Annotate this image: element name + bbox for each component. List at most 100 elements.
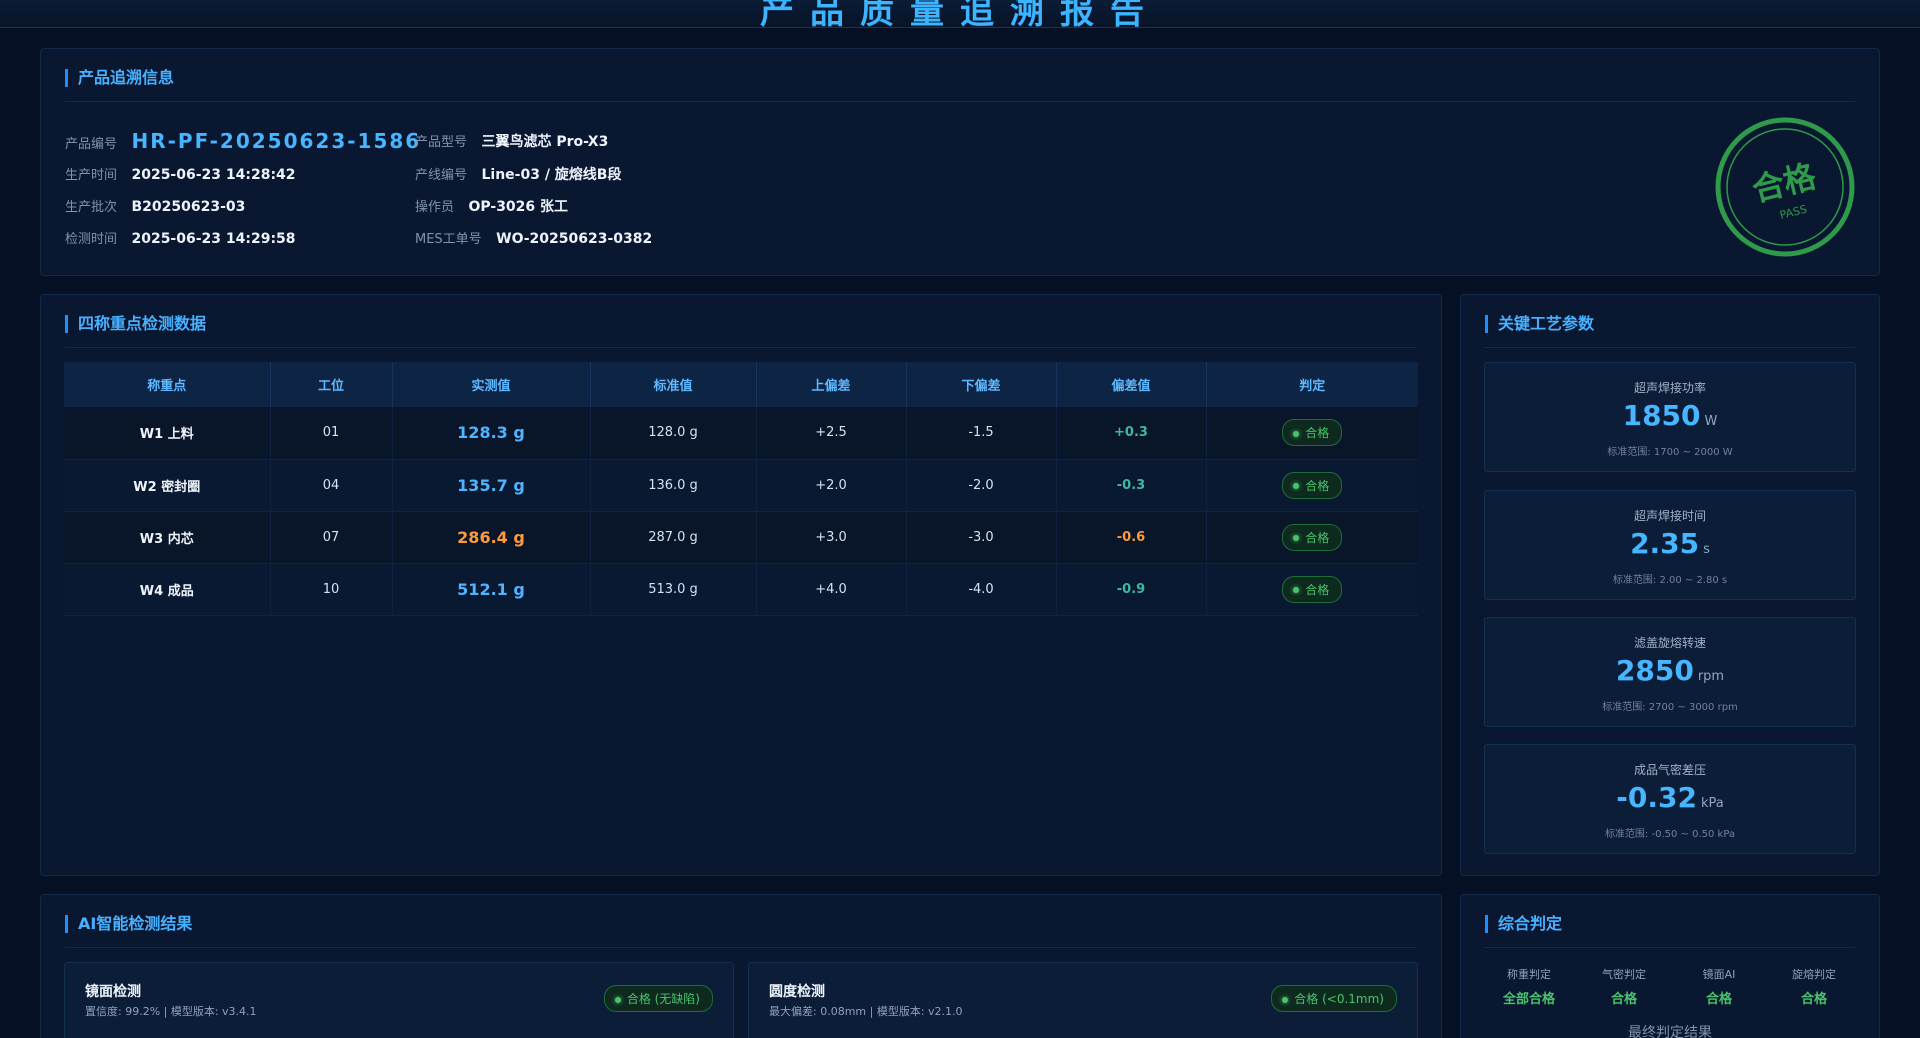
field-line: 产线编号 Line-03 / 旋熔线B段 bbox=[415, 164, 621, 184]
ai-card-info: 最大偏差: 0.08mm | 模型版本: v2.1.0 bbox=[769, 1005, 963, 1018]
cell-standard: 136.0 g bbox=[590, 459, 757, 512]
product-id-value: HR-PF-20250623-1586 bbox=[131, 129, 422, 153]
cell-result: 合格 bbox=[1206, 563, 1418, 616]
pass-badge: 合格 bbox=[1282, 575, 1343, 603]
param-value: 2850 rpm bbox=[1485, 654, 1855, 687]
field-inspect-time: 检测时间 2025-06-23 14:29:58 bbox=[65, 228, 296, 247]
param-value: -0.32 kPa bbox=[1485, 781, 1855, 814]
ai-card-roundness: 圆度检测 最大偏差: 0.08mm | 模型版本: v2.1.0 合格 (<0.… bbox=[748, 962, 1418, 1038]
status-dot-icon bbox=[614, 996, 621, 1003]
badge-text: 合格 bbox=[1305, 530, 1330, 545]
param-unit: s bbox=[1703, 542, 1710, 557]
cell-standard: 287.0 g bbox=[590, 511, 757, 564]
verdict-airtight: 气密判定 合格 bbox=[1569, 966, 1679, 1007]
verdict-label: 旋熔判定 bbox=[1792, 968, 1836, 981]
col-header: 工位 bbox=[270, 362, 393, 407]
field-value: B20250623-03 bbox=[131, 199, 246, 215]
col-header: 下偏差 bbox=[906, 362, 1057, 407]
cell-lower: -4.0 bbox=[906, 563, 1057, 616]
col-header: 偏差值 bbox=[1056, 362, 1207, 407]
cell-lower: -2.0 bbox=[906, 459, 1057, 512]
table-row: W4 成品 10 512.1 g 513.0 g +4.0 -4.0 -0.9 … bbox=[64, 563, 1418, 616]
badge-text: 合格 bbox=[1305, 582, 1330, 597]
field-operator: 操作员 OP-3026 张工 bbox=[415, 196, 568, 216]
col-header: 标准值 bbox=[590, 362, 757, 407]
field-value: 2025-06-23 14:28:42 bbox=[131, 167, 296, 183]
cell-result: 合格 bbox=[1206, 511, 1418, 564]
product-info-panel: 产品追溯信息 产品编号 HR-PF-20250623-1586 生产时间 202… bbox=[40, 48, 1880, 276]
pass-badge: 合格 bbox=[1282, 419, 1343, 447]
verdict-weighing: 称重判定 全部合格 bbox=[1474, 966, 1584, 1007]
param-number: 1850 bbox=[1622, 399, 1701, 432]
param-name: 滤盖旋熔转速 bbox=[1633, 636, 1706, 650]
param-range: 标准范围: 2.00 ~ 2.80 s bbox=[1612, 575, 1728, 586]
field-label: 产线编号 bbox=[415, 168, 468, 183]
field-model: 产品型号 三翼鸟滤芯 Pro-X3 bbox=[415, 131, 608, 151]
stamp-main-text: 合格 bbox=[1748, 157, 1820, 210]
page-title: 产品质量追溯报告 bbox=[760, 0, 1160, 28]
ai-card-name: 镜面检测 bbox=[85, 984, 141, 1000]
verdict-value: 合格 bbox=[1800, 992, 1827, 1007]
stamp-sub-text: PASS bbox=[1778, 203, 1808, 222]
verdict-label: 称重判定 bbox=[1507, 968, 1551, 981]
field-label: 操作员 bbox=[415, 200, 455, 215]
verdict-value: 合格 bbox=[1705, 992, 1732, 1007]
ai-panel-title: AI智能检测结果 bbox=[65, 915, 192, 933]
divider bbox=[65, 347, 1417, 348]
final-verdict-label: 最终判定结果 bbox=[1628, 1025, 1712, 1038]
cell-standard: 513.0 g bbox=[590, 563, 757, 616]
badge-text: 合格 bbox=[1305, 426, 1330, 441]
badge-text: 合格 (<0.1mm) bbox=[1294, 992, 1384, 1006]
divider bbox=[65, 947, 1417, 948]
param-name: 超声焊接时间 bbox=[1633, 509, 1706, 523]
cell-upper: +3.0 bbox=[756, 511, 907, 564]
field-value: WO-20250623-0382 bbox=[496, 231, 653, 247]
cell-point: W1 上料 bbox=[64, 407, 271, 460]
field-value: 三翼鸟滤芯 Pro-X3 bbox=[481, 134, 609, 150]
weighing-table: 称重点 工位 实测值 标准值 上偏差 下偏差 偏差值 判定 W1 上料 01 1… bbox=[64, 362, 1418, 616]
table-header-row: 称重点 工位 实测值 标准值 上偏差 下偏差 偏差值 判定 bbox=[64, 362, 1418, 407]
param-name: 成品气密差压 bbox=[1633, 763, 1706, 777]
cell-point: W4 成品 bbox=[64, 563, 271, 616]
params-panel-title: 关键工艺参数 bbox=[1485, 315, 1594, 333]
status-dot-icon bbox=[1282, 996, 1289, 1003]
status-dot-icon bbox=[1293, 587, 1300, 593]
cell-station: 01 bbox=[270, 407, 393, 460]
param-value: 1850 W bbox=[1485, 399, 1855, 432]
cell-measured: 286.4 g bbox=[392, 511, 591, 564]
param-range: 标准范围: 2700 ~ 3000 rpm bbox=[1602, 702, 1738, 713]
field-production-time: 生产时间 2025-06-23 14:28:42 bbox=[65, 164, 296, 183]
cell-measured: 135.7 g bbox=[392, 459, 591, 512]
verdict-value: 全部合格 bbox=[1502, 992, 1555, 1007]
field-label: 产品编号 bbox=[65, 137, 118, 152]
ai-card-name: 圆度检测 bbox=[769, 984, 825, 1000]
pass-badge: 合格 (无缺陷) bbox=[603, 985, 713, 1012]
cell-result: 合格 bbox=[1206, 459, 1418, 512]
cell-deviation: -0.6 bbox=[1056, 511, 1207, 564]
badge-text: 合格 (无缺陷) bbox=[626, 992, 700, 1006]
field-label: 生产时间 bbox=[65, 168, 118, 183]
cell-station: 04 bbox=[270, 459, 393, 512]
field-product-id: 产品编号 HR-PF-20250623-1586 bbox=[65, 129, 421, 153]
cell-measured: 512.1 g bbox=[392, 563, 591, 616]
cell-deviation: -0.3 bbox=[1056, 459, 1207, 512]
divider bbox=[1485, 947, 1855, 948]
field-label: MES工单号 bbox=[415, 232, 482, 247]
verdict-label: 镜面AI bbox=[1702, 968, 1736, 981]
field-value: 2025-06-23 14:29:58 bbox=[131, 231, 296, 247]
col-header: 实测值 bbox=[392, 362, 591, 407]
cell-upper: +2.0 bbox=[756, 459, 907, 512]
divider bbox=[1485, 347, 1855, 348]
param-number: -0.32 bbox=[1616, 781, 1697, 814]
pass-badge: 合格 (<0.1mm) bbox=[1271, 985, 1397, 1012]
field-label: 生产批次 bbox=[65, 200, 118, 215]
param-unit: W bbox=[1704, 414, 1718, 429]
cell-result: 合格 bbox=[1206, 407, 1418, 460]
param-unit: rpm bbox=[1697, 669, 1725, 684]
param-card-spin-speed: 滤盖旋熔转速 2850 rpm 标准范围: 2700 ~ 3000 rpm bbox=[1484, 617, 1856, 727]
ai-card-info: 置信度: 99.2% | 模型版本: v3.4.1 bbox=[85, 1005, 257, 1018]
verdict-value: 合格 bbox=[1610, 992, 1637, 1007]
field-mes-order: MES工单号 WO-20250623-0382 bbox=[415, 228, 652, 247]
cell-upper: +2.5 bbox=[756, 407, 907, 460]
pass-stamp-icon: 合格 PASS bbox=[1715, 117, 1855, 257]
